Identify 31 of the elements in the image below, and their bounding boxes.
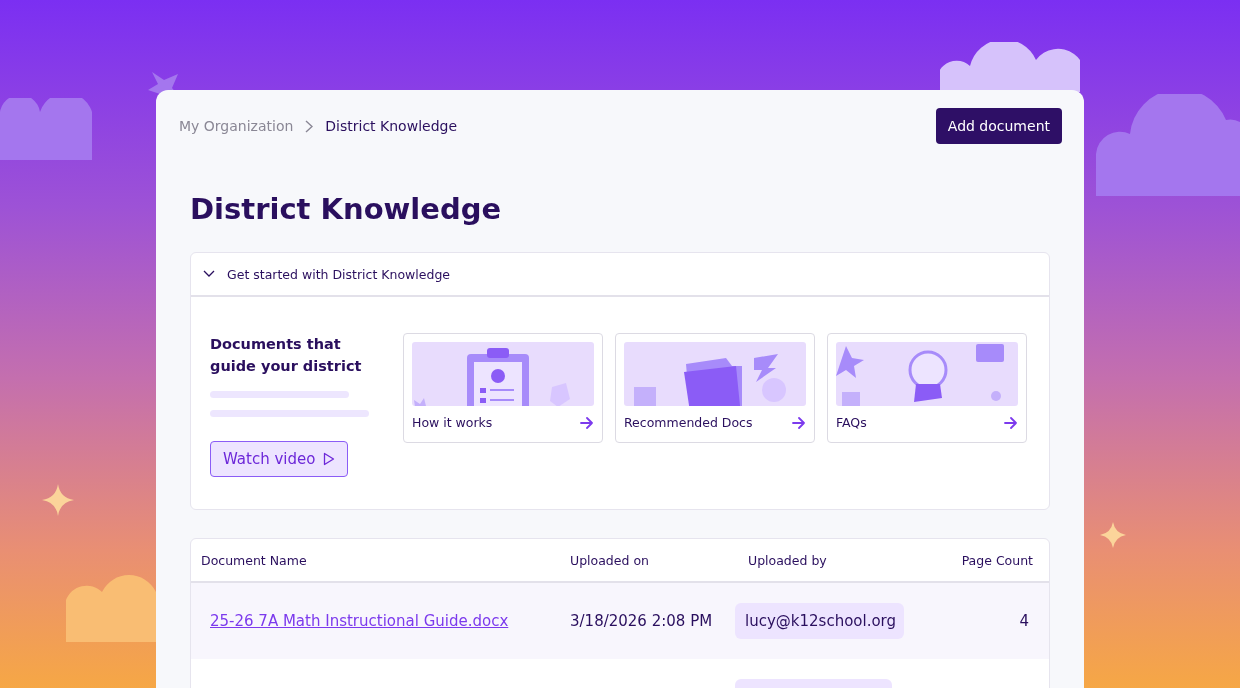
- breadcrumb-item[interactable]: District Knowledge: [325, 118, 458, 134]
- add-document-button[interactable]: Add document: [935, 108, 1062, 144]
- arrow-icon: [792, 416, 806, 429]
- column-header: Uploaded on: [569, 552, 650, 568]
- card-label: How it works: [412, 415, 493, 430]
- cloud-icon: [0, 98, 92, 160]
- intro-heading: Documents that guide your district: [210, 335, 363, 376]
- cloud-icon: [940, 42, 1080, 92]
- column-header: Page Count: [960, 552, 1034, 568]
- play-icon: [323, 452, 336, 466]
- resource-card[interactable]: Recommended Docs: [615, 333, 815, 443]
- table-cell-text: 3/18/2026 2:08 PM: [569, 612, 714, 630]
- panel-title[interactable]: Get started with District Knowledge: [227, 266, 451, 282]
- resource-card[interactable]: How it works: [403, 333, 603, 443]
- page-title: District Knowledge: [190, 192, 503, 226]
- watch-video-button[interactable]: Watch video: [210, 441, 349, 477]
- column-header: Document Name: [200, 552, 308, 568]
- user-chip: lucy@k12school.org: [735, 603, 905, 639]
- arrow-icon: [580, 416, 594, 429]
- card-label: Recommended Docs: [624, 415, 753, 430]
- sparkle-icon: [42, 484, 74, 516]
- column-header: Uploaded by: [747, 552, 828, 568]
- document-link[interactable]: 25-26 7A Math Instructional Guide.docx: [210, 612, 509, 630]
- arrow-icon: [1004, 416, 1018, 429]
- card-label: FAQs: [836, 415, 867, 430]
- chevron-down-icon[interactable]: [203, 270, 215, 278]
- cloud-icon: [1096, 94, 1240, 196]
- table-cell-text: 4: [1018, 612, 1030, 630]
- sparkle-icon: [1100, 522, 1126, 548]
- resource-card[interactable]: FAQs: [827, 333, 1027, 443]
- chevron-right-icon: [305, 119, 314, 133]
